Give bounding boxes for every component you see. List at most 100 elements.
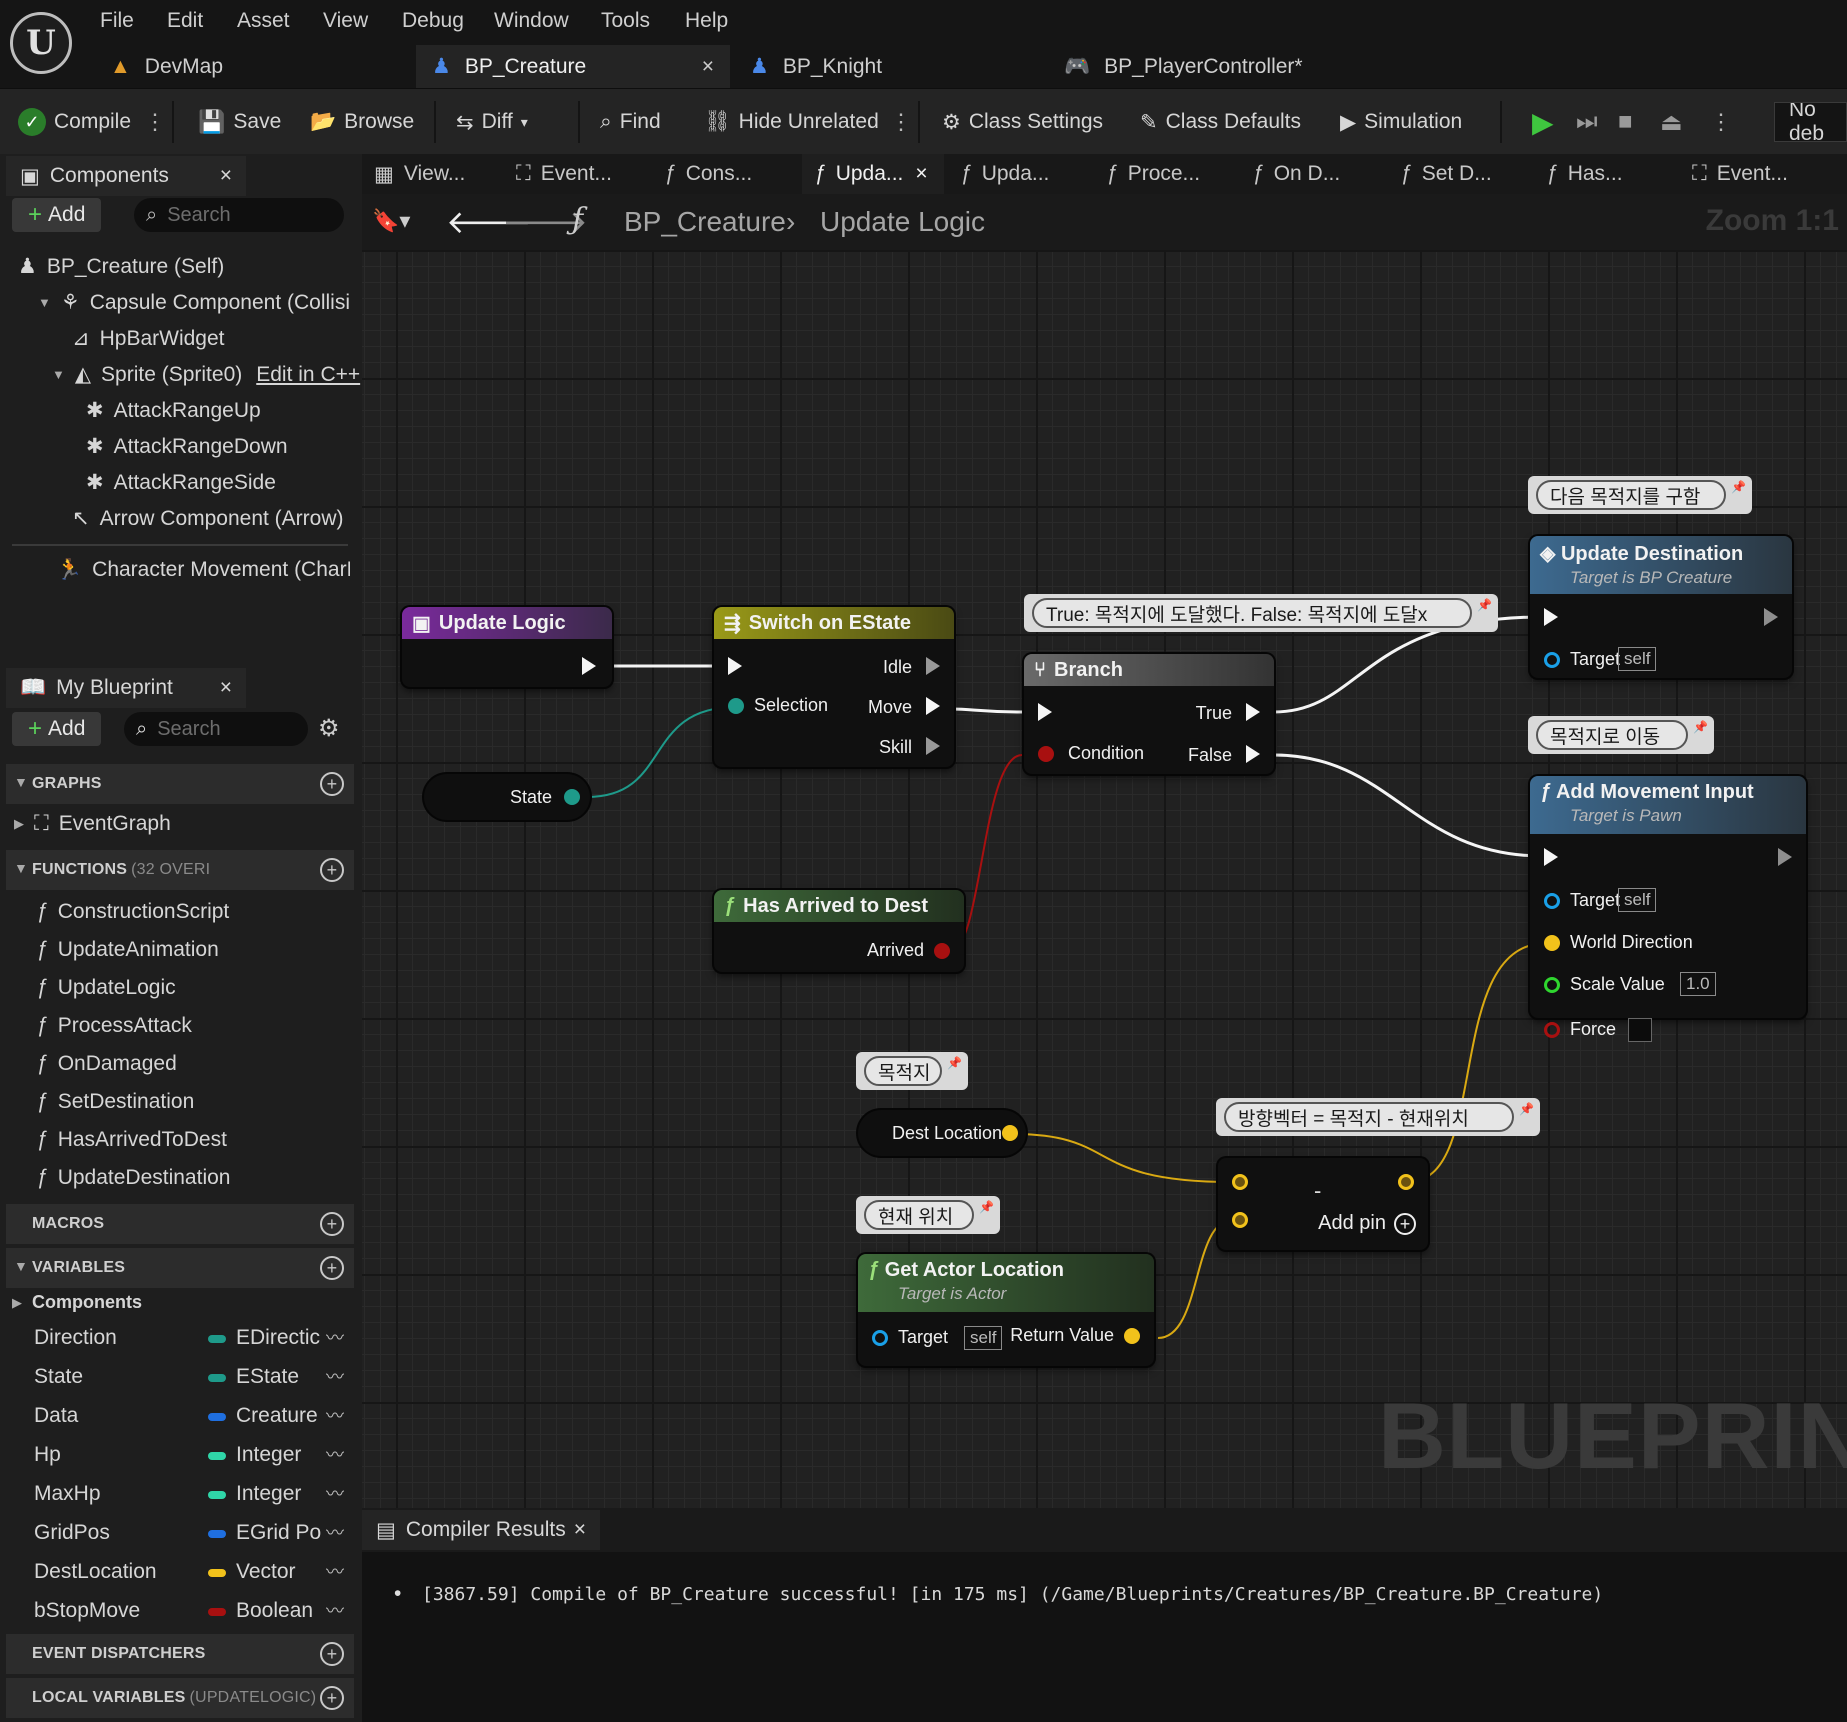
exec-false-pin[interactable] xyxy=(1246,745,1260,763)
stop-icon[interactable]: ■ xyxy=(1618,89,1633,155)
exec-skill-pin[interactable] xyxy=(926,737,940,755)
event-graph-item[interactable]: ▶ ⛶ EventGraph xyxy=(14,812,171,836)
node-branch[interactable]: ⑂ Branch Condition True False xyxy=(1024,654,1274,774)
target-default-value[interactable]: self xyxy=(1618,888,1657,912)
debug-filter-dropdown[interactable]: No deb xyxy=(1774,102,1847,142)
diff-button[interactable]: ⇆ Diff ▾ xyxy=(456,89,528,155)
comment-bubble-subtract[interactable]: 방향벡터 = 목적지 - 현재위치 📌 xyxy=(1216,1098,1540,1136)
functions-section-header[interactable]: ▼ FUNCTIONS (32 OVERI + xyxy=(6,850,354,890)
class-defaults-button[interactable]: ✎ Class Defaults xyxy=(1140,89,1301,155)
tree-item-capsule[interactable]: ▼ ⚘ Capsule Component (Collisior xyxy=(38,290,350,315)
variable-row[interactable]: Direction EDirectic 〰 xyxy=(34,1322,354,1354)
node-has-arrived-to-dest[interactable]: ƒ Has Arrived to Dest Arrived xyxy=(714,890,964,972)
settings-gear-icon[interactable]: ⚙ xyxy=(318,714,340,743)
tree-item-attackrangeup[interactable]: ✱ AttackRangeUp xyxy=(86,398,261,423)
menu-file[interactable]: File xyxy=(100,9,134,33)
pin-comment-icon[interactable]: 📌 xyxy=(1477,598,1492,612)
exec-true-pin[interactable] xyxy=(1246,703,1260,721)
doc-tab-bp-playercontroller[interactable]: 🎮 BP_PlayerController* xyxy=(1048,45,1388,88)
graphs-section-header[interactable]: ▼ GRAPHS + xyxy=(6,764,354,804)
comment-bubble-branch[interactable]: True: 목적지에 도달했다. False: 목적지에 도달x 📌 xyxy=(1024,594,1498,632)
node-get-actor-location[interactable]: ƒ Get Actor Location Target is Actor Tar… xyxy=(858,1254,1154,1366)
add-dispatcher-icon[interactable]: + xyxy=(320,1642,344,1666)
graph-tab-updateanimation[interactable]: ƒ Upda... xyxy=(948,154,1090,194)
comment-bubble-dest[interactable]: 목적지 📌 xyxy=(856,1052,968,1090)
return-value-pin[interactable] xyxy=(1124,1328,1140,1344)
exec-idle-pin[interactable] xyxy=(926,657,940,675)
exec-in-pin[interactable] xyxy=(1544,848,1558,866)
function-item[interactable]: ƒ OnDamaged xyxy=(36,1052,177,1076)
graph-tab-eventgraph-2[interactable]: ⛶ Event... xyxy=(1680,154,1830,194)
graph-tab-processattack[interactable]: ƒ Proce... xyxy=(1094,154,1236,194)
target-pin[interactable] xyxy=(1544,652,1560,668)
local-variables-section-header[interactable]: LOCAL VARIABLES (UPDATELOGIC) + xyxy=(6,1678,354,1718)
eye-icon[interactable]: 〰 xyxy=(326,1519,344,1545)
node-add-movement-input[interactable]: ƒ Add Movement Input Target is Pawn Targ… xyxy=(1530,776,1806,1042)
macros-section-header[interactable]: MACROS + xyxy=(6,1204,354,1244)
play-icon[interactable]: ▶ xyxy=(1532,89,1554,155)
tree-item-self[interactable]: ♟ BP_Creature (Self) xyxy=(18,254,224,279)
eye-icon[interactable]: 〰 xyxy=(326,1324,344,1350)
variables-section-header[interactable]: ▼ VARIABLES + xyxy=(6,1248,354,1288)
find-button[interactable]: ⌕ Find xyxy=(600,89,661,155)
exec-in-pin[interactable] xyxy=(1038,703,1052,721)
vector-b-pin[interactable] xyxy=(1232,1212,1248,1228)
menu-help[interactable]: Help xyxy=(685,9,728,33)
node-get-state[interactable]: State xyxy=(424,774,590,820)
blueprint-graph-canvas[interactable]: ▣ Update Logic State ⇶ Switch on EState Se… xyxy=(362,250,1847,1508)
menu-tools[interactable]: Tools xyxy=(601,9,650,33)
enum-out-pin[interactable] xyxy=(564,789,580,805)
doc-tab-bp-creature[interactable]: ♟ BP_Creature × xyxy=(416,45,730,88)
close-icon[interactable]: × xyxy=(220,676,232,700)
close-icon[interactable]: × xyxy=(220,164,232,188)
variable-row[interactable]: Data Creature 〰 xyxy=(34,1400,354,1432)
add-function-icon[interactable]: + xyxy=(320,858,344,882)
components-tab[interactable]: ▣ Components × xyxy=(6,156,246,196)
add-member-button[interactable]: + Add xyxy=(12,712,102,746)
my-blueprint-tab[interactable]: 📖 My Blueprint × xyxy=(6,668,246,708)
menu-edit[interactable]: Edit xyxy=(167,9,203,33)
close-tab-icon[interactable]: × xyxy=(915,162,927,186)
pin-comment-icon[interactable]: 📌 xyxy=(1519,1102,1534,1116)
tree-item-hpbarwidget[interactable]: ⊿ HpBarWidget xyxy=(72,326,225,351)
graph-tab-hasarrived[interactable]: ƒ Has... xyxy=(1534,154,1676,194)
doc-tab-devmap[interactable]: ▲ DevMap xyxy=(94,45,410,88)
comment-bubble-actor-location[interactable]: 현재 위치 📌 xyxy=(856,1196,1000,1234)
target-default-value[interactable]: self xyxy=(964,1326,1003,1350)
eye-icon[interactable]: 〰 xyxy=(326,1480,344,1506)
function-item[interactable]: ƒ UpdateDestination xyxy=(36,1166,230,1190)
selection-pin[interactable] xyxy=(728,698,744,714)
components-search-input[interactable]: ⌕ Search xyxy=(134,198,344,232)
variable-row[interactable]: MaxHp Integer 〰 xyxy=(34,1478,354,1510)
graph-tab-viewport[interactable]: ▦ View... xyxy=(362,154,500,194)
variable-row[interactable]: bStopMove Boolean 〰 xyxy=(34,1595,354,1627)
tree-item-arrow[interactable]: ↖ Arrow Component (Arrow) xyxy=(72,506,344,531)
target-pin[interactable] xyxy=(1544,893,1560,909)
force-checkbox[interactable] xyxy=(1628,1018,1652,1042)
edit-in-cpp-link[interactable]: Edit in C++ xyxy=(256,363,360,387)
add-component-button[interactable]: + Add xyxy=(12,198,102,232)
arrived-out-pin[interactable] xyxy=(934,943,950,959)
node-update-destination[interactable]: ◈ Update Destination Target is BP Creatu… xyxy=(1530,536,1792,678)
menu-window[interactable]: Window xyxy=(494,9,569,33)
graph-tab-updatelogic[interactable]: ƒ Upda... × xyxy=(802,154,944,194)
add-macro-icon[interactable]: + xyxy=(320,1212,344,1236)
variable-row[interactable]: DestLocation Vector 〰 xyxy=(34,1556,354,1588)
graph-tab-construction[interactable]: ƒ Cons... xyxy=(652,154,794,194)
eye-icon[interactable]: 〰 xyxy=(326,1558,344,1584)
tree-item-sprite[interactable]: ▼ ◭ Sprite (Sprite0) Edit in C++ xyxy=(52,362,360,387)
comment-bubble-add-movement[interactable]: 목적지로 이동 📌 xyxy=(1528,716,1714,754)
doc-tab-bp-knight[interactable]: ♟ BP_Knight xyxy=(734,45,1034,88)
vector-a-pin[interactable] xyxy=(1232,1174,1248,1190)
target-default-value[interactable]: self xyxy=(1618,647,1657,671)
target-pin[interactable] xyxy=(872,1330,888,1346)
vector-out-pin[interactable] xyxy=(1398,1174,1414,1190)
graph-tab-eventgraph[interactable]: ⛶ Event... xyxy=(504,154,644,194)
add-graph-icon[interactable]: + xyxy=(320,772,344,796)
add-variable-icon[interactable]: + xyxy=(320,1256,344,1280)
exec-in-pin[interactable] xyxy=(1544,608,1558,626)
add-local-variable-icon[interactable]: + xyxy=(320,1686,344,1710)
save-button[interactable]: 💾 Save xyxy=(198,89,281,155)
function-item[interactable]: ƒ HasArrivedToDest xyxy=(36,1128,227,1152)
eject-icon[interactable]: ⏏ xyxy=(1660,89,1683,155)
